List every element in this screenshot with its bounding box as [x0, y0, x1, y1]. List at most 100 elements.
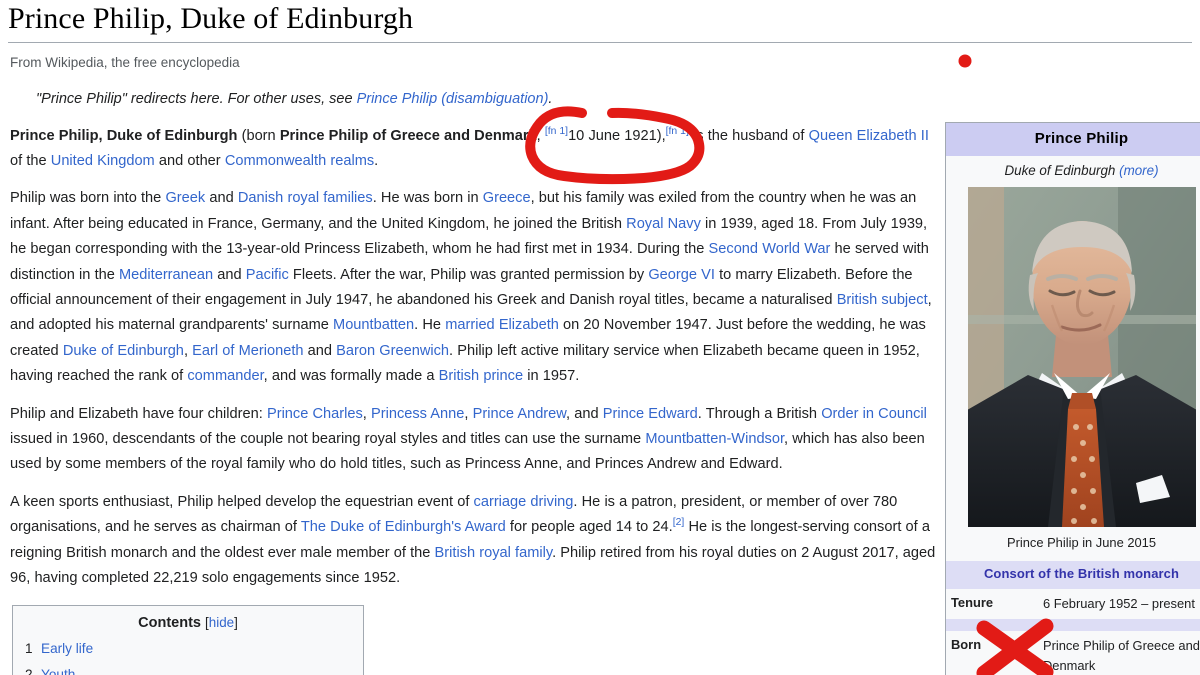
- text-run: A keen sports enthusiast, Philip helped …: [10, 493, 474, 510]
- link-prince-charles[interactable]: Prince Charles: [267, 406, 363, 422]
- link-british-subject[interactable]: British subject: [837, 292, 928, 308]
- link-second-world-war[interactable]: Second World War: [709, 241, 831, 257]
- text-run: in 1957.: [523, 368, 580, 385]
- hatnote-text-before: "Prince Philip" redirects here. For othe…: [36, 91, 357, 108]
- hatnote: "Prince Philip" redirects here. For othe…: [10, 72, 1190, 111]
- link-mediterranean[interactable]: Mediterranean: [119, 267, 213, 283]
- ref-fn-1-open[interactable]: [fn 1]: [545, 126, 568, 137]
- ref-marker[interactable]: [2]: [673, 517, 685, 528]
- link-greek[interactable]: Greek: [165, 190, 205, 206]
- infobox-title: Prince Philip: [946, 123, 1200, 156]
- toc-item-number: 1: [25, 641, 33, 657]
- lead-subject-name: Prince Philip, Duke of Edinburgh: [10, 127, 238, 144]
- link-prince-philip-disambiguation[interactable]: Prince Philip (disambiguation): [357, 91, 549, 107]
- link-mountbatten-windsor[interactable]: Mountbatten-Windsor: [645, 431, 784, 447]
- wikipedia-article-page: Prince Philip, Duke of Edinburgh From Wi…: [0, 0, 1200, 675]
- infobox-row-born: Born Prince Philip of Greece andDenmark1…: [946, 630, 1200, 675]
- toc-toggle: [hide]: [205, 615, 238, 630]
- infobox-more-link[interactable]: (more): [1119, 163, 1158, 178]
- lead-paragraph: Prince Philip, Duke of Edinburgh (born P…: [10, 124, 945, 175]
- toc-item-label[interactable]: Early life: [41, 641, 93, 656]
- infobox: Prince Philip Duke of Edinburgh (more) P…: [945, 122, 1200, 675]
- page-title: Prince Philip, Duke of Edinburgh: [8, 2, 414, 35]
- text-run: and: [303, 342, 337, 359]
- infobox-subtitle: Duke of Edinburgh (more): [946, 155, 1200, 188]
- link-queen[interactable]: Queen: [809, 128, 853, 144]
- text-run: and: [205, 190, 238, 207]
- hatnote-text-after: .: [548, 91, 553, 108]
- link-the-duke-of-edinburgh-s-award[interactable]: The Duke of Edinburgh's Award: [301, 519, 506, 535]
- toc-item-early-life[interactable]: 1 Early life: [25, 640, 351, 658]
- text-run: . He was born in: [372, 190, 483, 207]
- text-run: Philip and Elizabeth have four children:: [10, 405, 267, 422]
- infobox-portrait-photo[interactable]: [967, 187, 1196, 528]
- p-early-life: Philip was born into the Greek and Danis…: [10, 186, 945, 389]
- ref-fn-1-close[interactable]: [fn 1]: [666, 126, 689, 137]
- lead-comma: ,: [536, 127, 545, 144]
- lead-line2-b: of the: [10, 152, 51, 169]
- infobox-section-consort: Consort of the British monarch: [946, 560, 1200, 589]
- link-prince-edward[interactable]: Prince Edward: [603, 406, 698, 422]
- toc-list: 1 Early life 2 Youth: [25, 640, 351, 675]
- link-duke-of-edinburgh[interactable]: Duke of Edinburgh: [63, 343, 184, 359]
- link-baron-greenwich[interactable]: Baron Greenwich: [336, 343, 449, 359]
- link-prince-andrew[interactable]: Prince Andrew: [473, 406, 566, 422]
- toc-item-youth[interactable]: 2 Youth: [25, 666, 351, 675]
- toc-heading-label: Contents: [138, 615, 201, 632]
- link-greece[interactable]: Greece: [483, 190, 531, 206]
- infobox-subtitle-main: Duke of Edinburgh: [1004, 162, 1116, 178]
- link-pacific[interactable]: Pacific: [246, 267, 289, 283]
- text-run: for people aged 14 to 24.: [505, 519, 673, 536]
- link-order-in-council[interactable]: Order in Council: [821, 406, 927, 422]
- infobox-value-tenure: 6 February 1952 – present: [1043, 595, 1195, 611]
- lead-birth-date: 10 June 1921),: [568, 127, 666, 144]
- link-danish-royal-families[interactable]: Danish royal families: [238, 190, 373, 206]
- lead-line2-c: and other: [154, 152, 225, 169]
- lead-after: is the husband of: [688, 127, 809, 144]
- link-commonwealth-realms[interactable]: Commonwealth realms: [225, 153, 374, 169]
- link-royal-navy[interactable]: Royal Navy: [626, 216, 701, 232]
- lead-born-intro: (born: [237, 127, 280, 144]
- infobox-born-line-1: Prince Philip of Greece and: [1043, 637, 1200, 653]
- toc-hide-link[interactable]: hide: [209, 615, 234, 630]
- site-subtitle: From Wikipedia, the free encyclopedia: [10, 54, 240, 70]
- link-mountbatten[interactable]: Mountbatten: [333, 317, 414, 333]
- text-run: ,: [464, 405, 473, 422]
- toc-item-label[interactable]: Youth: [41, 667, 75, 675]
- link-princess-anne[interactable]: Princess Anne: [371, 406, 464, 422]
- text-run: Fleets. After the war, Philip was grante…: [288, 266, 649, 283]
- link-united-kingdom[interactable]: United Kingdom: [51, 153, 155, 169]
- infobox-caption: Prince Philip in June 2015: [946, 527, 1200, 561]
- infobox-value-born: Prince Philip of Greece andDenmark10 Jun…: [1043, 636, 1200, 675]
- text-run: ,: [183, 342, 193, 359]
- infobox-image-wrapper: [946, 187, 1200, 528]
- p-sports: A keen sports enthusiast, Philip helped …: [10, 490, 945, 592]
- infobox-born-line-2: Denmark: [1043, 657, 1096, 673]
- text-run: Philip was born into the: [10, 190, 166, 207]
- infobox-label-tenure: Tenure: [951, 594, 994, 610]
- link-british-prince[interactable]: British prince: [439, 368, 523, 384]
- lead-birth-name: Prince Philip of Greece and Denmark: [279, 127, 537, 144]
- link-commander[interactable]: commander: [187, 368, 263, 384]
- article-paragraphs: Philip was born into the Greek and Danis…: [10, 186, 945, 591]
- text-run: . He: [414, 317, 446, 334]
- text-run: ,: [362, 405, 371, 422]
- article-body-column: Prince Philip, Duke of Edinburgh (born P…: [10, 112, 945, 675]
- link-elizabeth-ii[interactable]: Elizabeth II: [857, 128, 929, 144]
- table-of-contents: Contents [hide] 1 Early life 2 Youth: [12, 605, 364, 675]
- link-george-vi[interactable]: George VI: [648, 267, 715, 283]
- lead-line2-d: .: [374, 152, 379, 169]
- infobox-section-spacer: [946, 618, 1200, 631]
- link-british-royal-family[interactable]: British royal family: [435, 545, 553, 561]
- text-run: , and was formally made a: [263, 368, 439, 385]
- p-children: Philip and Elizabeth have four children:…: [10, 402, 945, 478]
- infobox-rows: Tenure 6 February 1952 – present: [946, 588, 1200, 619]
- text-run: , and: [566, 405, 603, 422]
- toc-item-number: 2: [25, 667, 33, 675]
- link-married-elizabeth[interactable]: married Elizabeth: [445, 317, 559, 333]
- text-run: issued in 1960, descendants of the coupl…: [10, 431, 646, 448]
- link-earl-of-merioneth[interactable]: Earl of Merioneth: [192, 343, 303, 359]
- text-run: . Through a British: [697, 405, 822, 422]
- link-carriage-driving[interactable]: carriage driving: [474, 494, 574, 510]
- toc-heading: Contents [hide]: [25, 615, 351, 631]
